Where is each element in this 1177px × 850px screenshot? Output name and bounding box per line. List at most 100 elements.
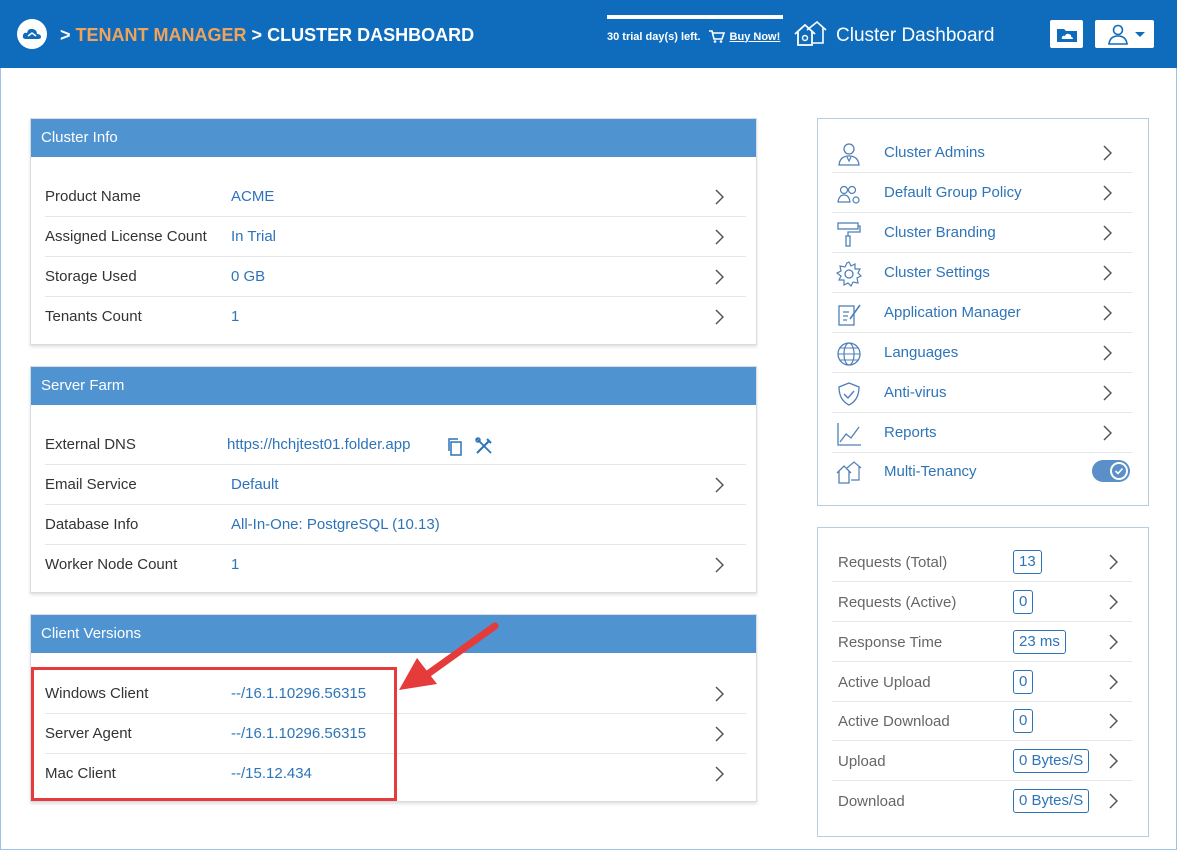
stat-value-badge: 23 ms: [1013, 630, 1066, 654]
panel-title: Client Versions: [31, 615, 756, 653]
group-policy-icon: [837, 185, 860, 204]
menu-item-cluster-admins[interactable]: Cluster Admins: [832, 133, 1132, 173]
row-label: Storage Used: [45, 268, 137, 285]
chevron-right-icon[interactable]: [1102, 145, 1112, 161]
cloud-logo-icon[interactable]: [17, 19, 47, 49]
menu-item-application-manager[interactable]: Application Manager: [832, 293, 1132, 333]
trial-indicator: 30 trial day(s) left. Buy Now!: [607, 15, 783, 43]
chevron-right-icon[interactable]: [714, 686, 724, 702]
panel-title: Server Farm: [31, 367, 756, 405]
row-value: 0 GB: [231, 268, 266, 285]
stat-requests-active[interactable]: Requests (Active) 0: [832, 582, 1132, 622]
stat-label: Download: [838, 793, 905, 810]
stat-download[interactable]: Download 0 Bytes/S: [832, 781, 1132, 821]
stat-value-badge: 13: [1013, 550, 1042, 574]
chevron-right-icon[interactable]: [1108, 634, 1118, 650]
chevron-right-icon[interactable]: [1108, 554, 1118, 570]
menu-label: Cluster Settings: [884, 264, 990, 281]
cluster-house-icon: [794, 21, 827, 46]
stat-label: Requests (Active): [838, 594, 957, 611]
row-label: Assigned License Count: [45, 228, 207, 245]
cluster-info-panel: Cluster Info Product Name ACME Assigned …: [30, 118, 757, 345]
page-title: Cluster Dashboard: [836, 25, 995, 46]
info-row-storage-used[interactable]: Storage Used 0 GB: [45, 257, 746, 297]
stat-active-download[interactable]: Active Download 0: [832, 701, 1132, 741]
breadcrumb-separator: >: [251, 25, 263, 45]
stat-label: Upload: [838, 753, 886, 770]
copy-icon[interactable]: [447, 438, 463, 456]
menu-label: Anti-virus: [884, 384, 947, 401]
chevron-right-icon[interactable]: [1108, 674, 1118, 690]
row-value: In Trial: [231, 228, 277, 245]
breadcrumb: > TENANT MANAGER > CLUSTER DASHBOARD: [60, 25, 474, 46]
chevron-right-icon[interactable]: [1108, 594, 1118, 610]
farm-row-database-info: Database Info All-In-One: PostgreSQL (10…: [45, 505, 746, 545]
farm-row-worker-node-count[interactable]: Worker Node Count 1: [45, 545, 746, 585]
stat-active-upload[interactable]: Active Upload 0: [832, 662, 1132, 702]
globe-icon: [837, 342, 861, 366]
chevron-right-icon[interactable]: [1102, 345, 1112, 361]
menu-label: Default Group Policy: [884, 184, 1022, 201]
menu-item-multi-tenancy[interactable]: Multi-Tenancy: [832, 452, 1132, 492]
menu-item-cluster-settings[interactable]: Cluster Settings: [832, 253, 1132, 293]
chevron-right-icon[interactable]: [1102, 265, 1112, 281]
user-icon: [1108, 24, 1145, 45]
menu-item-default-group-policy[interactable]: Default Group Policy: [832, 173, 1132, 213]
chevron-right-icon[interactable]: [1102, 305, 1112, 321]
chevron-right-icon[interactable]: [714, 766, 724, 782]
menu-label: Application Manager: [884, 304, 1021, 321]
navigation-menu-panel: Cluster Admins Default Group Policy Clus…: [817, 118, 1149, 506]
folder-cloud-icon: [1057, 29, 1077, 42]
stat-value-badge: 0: [1013, 670, 1034, 694]
info-row-license-count[interactable]: Assigned License Count In Trial: [45, 217, 746, 257]
menu-item-anti-virus[interactable]: Anti-virus: [832, 373, 1132, 413]
chevron-right-icon[interactable]: [1102, 225, 1112, 241]
menu-item-cluster-branding[interactable]: Cluster Branding: [832, 213, 1132, 253]
chevron-right-icon[interactable]: [714, 229, 724, 245]
chevron-right-icon[interactable]: [1108, 753, 1118, 769]
chevron-right-icon[interactable]: [714, 726, 724, 742]
stats-panel: Requests (Total) 13 Requests (Active) 0 …: [817, 527, 1149, 837]
trial-progress-bar: [607, 15, 783, 19]
chart-icon: [837, 423, 861, 446]
chevron-right-icon[interactable]: [714, 189, 724, 205]
chevron-right-icon[interactable]: [1108, 713, 1118, 729]
menu-item-reports[interactable]: Reports: [832, 413, 1132, 453]
stat-response-time[interactable]: Response Time 23 ms: [832, 622, 1132, 662]
multi-tenancy-toggle[interactable]: [1092, 460, 1130, 482]
row-label: Database Info: [45, 516, 139, 533]
farm-row-email-service[interactable]: Email Service Default: [45, 465, 746, 505]
chevron-right-icon[interactable]: [714, 557, 724, 573]
highlight-box: [31, 667, 397, 801]
menu-label: Languages: [884, 344, 959, 361]
cart-icon: [708, 30, 725, 43]
chevron-right-icon[interactable]: [1102, 385, 1112, 401]
multi-tenancy-icon: [836, 461, 862, 484]
stat-label: Requests (Total): [838, 554, 948, 571]
chevron-right-icon[interactable]: [1102, 425, 1112, 441]
gear-icon: [836, 261, 862, 287]
paint-roller-icon: [837, 222, 861, 247]
row-label: External DNS: [45, 436, 136, 453]
info-row-tenants-count[interactable]: Tenants Count 1: [45, 297, 746, 337]
folder-button[interactable]: [1050, 20, 1083, 48]
row-label: Email Service: [45, 476, 137, 493]
chevron-right-icon[interactable]: [714, 269, 724, 285]
stat-requests-total[interactable]: Requests (Total) 13: [832, 542, 1132, 582]
breadcrumb-tenant-manager[interactable]: TENANT MANAGER: [76, 25, 247, 45]
menu-item-languages[interactable]: Languages: [832, 333, 1132, 373]
user-menu-button[interactable]: [1095, 20, 1154, 48]
check-icon: [1112, 464, 1126, 478]
row-value: ACME: [231, 188, 275, 205]
info-row-product-name[interactable]: Product Name ACME: [45, 177, 746, 217]
chevron-right-icon[interactable]: [1108, 793, 1118, 809]
chevron-right-icon[interactable]: [714, 309, 724, 325]
buy-now-link[interactable]: Buy Now!: [730, 31, 781, 43]
stat-upload[interactable]: Upload 0 Bytes/S: [832, 741, 1132, 781]
trial-days-text: 30 trial day(s) left.: [607, 30, 701, 43]
tools-icon[interactable]: [475, 437, 493, 455]
stat-label: Active Upload: [838, 674, 931, 691]
chevron-right-icon[interactable]: [714, 477, 724, 493]
row-value: All-In-One: PostgreSQL (10.13): [231, 516, 440, 533]
chevron-right-icon[interactable]: [1102, 185, 1112, 201]
